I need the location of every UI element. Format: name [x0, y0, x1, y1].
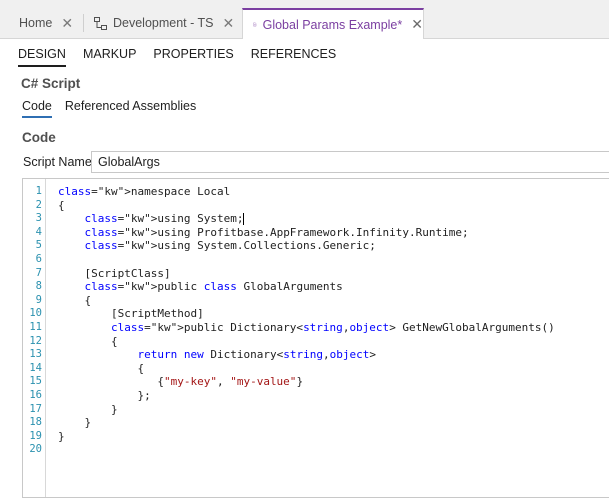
tab-referenced-assemblies[interactable]: Referenced Assemblies [65, 99, 196, 118]
tab-home[interactable]: Home ✕ [0, 8, 84, 38]
line-number: 5 [35, 239, 42, 252]
section-title: C# Script [21, 76, 81, 91]
line-number: 8 [35, 280, 42, 293]
line-number: 1 [35, 185, 42, 197]
code-line: 10 [ScriptMethod] [23, 307, 609, 321]
code-text: [ScriptMethod] [58, 307, 204, 321]
code-line: 7 [ScriptClass] [23, 267, 609, 281]
code-text: } [58, 429, 65, 443]
tab-label: Development - TS [113, 16, 214, 30]
code-line: 4 class="kw">using Profitbase.AppFramewo… [23, 226, 609, 240]
nav-references[interactable]: REFERENCES [251, 47, 336, 67]
code-text: {"my-key", "my-value"} [58, 375, 304, 389]
code-text: } [58, 416, 92, 430]
close-icon[interactable]: ✕ [411, 16, 423, 33]
code-line: 17 } [23, 403, 609, 417]
line-number: 19 [29, 429, 42, 442]
code-heading: Code [22, 130, 56, 145]
tab-development-ts[interactable]: Development - TS ✕ [85, 8, 241, 38]
script-name-input[interactable] [91, 151, 609, 173]
line-number: 11 [29, 320, 42, 333]
code-text: { [58, 334, 118, 348]
close-icon[interactable]: ✕ [223, 15, 235, 32]
code-line: 13 return new Dictionary<string,object> [23, 348, 609, 362]
code-line: 3 class="kw">using System; [23, 212, 609, 226]
hierarchy-icon [94, 16, 107, 30]
document-tab-strip: Home ✕ Development - TS ✕ Global Params … [0, 0, 609, 39]
code-text: class="kw">using System; [84, 212, 245, 226]
tab-code[interactable]: Code [22, 99, 52, 118]
line-number: 14 [29, 361, 42, 374]
code-text: [ScriptClass] [58, 266, 171, 280]
code-text: class="kw">public Dictionary<string,obje… [110, 320, 555, 334]
code-line: 11 class="kw">public Dictionary<string,o… [23, 321, 609, 335]
line-number: 9 [35, 293, 42, 306]
line-number: 13 [29, 348, 42, 361]
tab-label: Global Params Example* [262, 17, 403, 32]
line-number: 16 [29, 388, 42, 401]
code-line: 12 { [23, 335, 609, 349]
code-line: 2{ [23, 199, 609, 213]
code-text: { [58, 198, 65, 212]
line-number: 20 [29, 443, 42, 456]
code-lines: 1 class="kw">namespace Local 2{3 class="kw… [23, 185, 609, 457]
nav-design[interactable]: DESIGN [18, 47, 66, 67]
line-number: 17 [29, 402, 42, 415]
code-line: 6 [23, 253, 609, 267]
code-text: } [58, 402, 118, 416]
text-caret [243, 213, 245, 226]
code-text: return new Dictionary<string,object> [137, 348, 376, 362]
line-number: 18 [29, 416, 42, 429]
code-text: class="kw">using Profitbase.AppFramework… [84, 225, 469, 239]
code-line: 14 { [23, 362, 609, 376]
line-number: 15 [29, 375, 42, 388]
code-editor[interactable]: 1 class="kw">namespace Local 2{3 class="kw… [22, 178, 609, 498]
document-icon [253, 22, 257, 27]
tab-global-params-example[interactable]: Global Params Example* ✕ [242, 8, 424, 39]
line-number: 12 [29, 334, 42, 347]
line-number: 3 [35, 212, 42, 225]
tab-label: Home [19, 16, 53, 30]
code-line: 15 {"my-key", "my-value"} [23, 375, 609, 389]
designer-nav: DESIGN MARKUP PROPERTIES REFERENCES [18, 47, 353, 67]
code-line: 16 }; [23, 389, 609, 403]
code-line: 20 [23, 443, 609, 457]
code-line: 1 class="kw">namespace Local [23, 185, 609, 199]
code-text: class="kw">namespace Local [58, 185, 231, 198]
script-tabs: Code Referenced Assemblies [22, 99, 209, 118]
code-text: class="kw">using System.Collections.Gene… [84, 239, 376, 253]
code-line: 9 { [23, 294, 609, 308]
code-line: 5 class="kw">using System.Collections.Ge… [23, 239, 609, 253]
line-number: 2 [35, 198, 42, 211]
code-text: class="kw">public class GlobalArguments [84, 280, 343, 294]
script-name-label: Script Name [23, 155, 92, 169]
line-number: 10 [29, 307, 42, 320]
nav-markup[interactable]: MARKUP [83, 47, 136, 67]
close-icon[interactable]: ✕ [61, 15, 73, 32]
code-text: { [58, 293, 92, 307]
code-text: { [58, 361, 145, 375]
nav-properties[interactable]: PROPERTIES [153, 47, 233, 67]
line-number: 7 [35, 266, 42, 279]
code-line: 19} [23, 430, 609, 444]
line-number: 6 [35, 252, 42, 265]
code-line: 8 class="kw">public class GlobalArgument… [23, 280, 609, 294]
code-text: }; [58, 388, 151, 402]
line-number: 4 [35, 225, 42, 238]
code-line: 18 } [23, 416, 609, 430]
